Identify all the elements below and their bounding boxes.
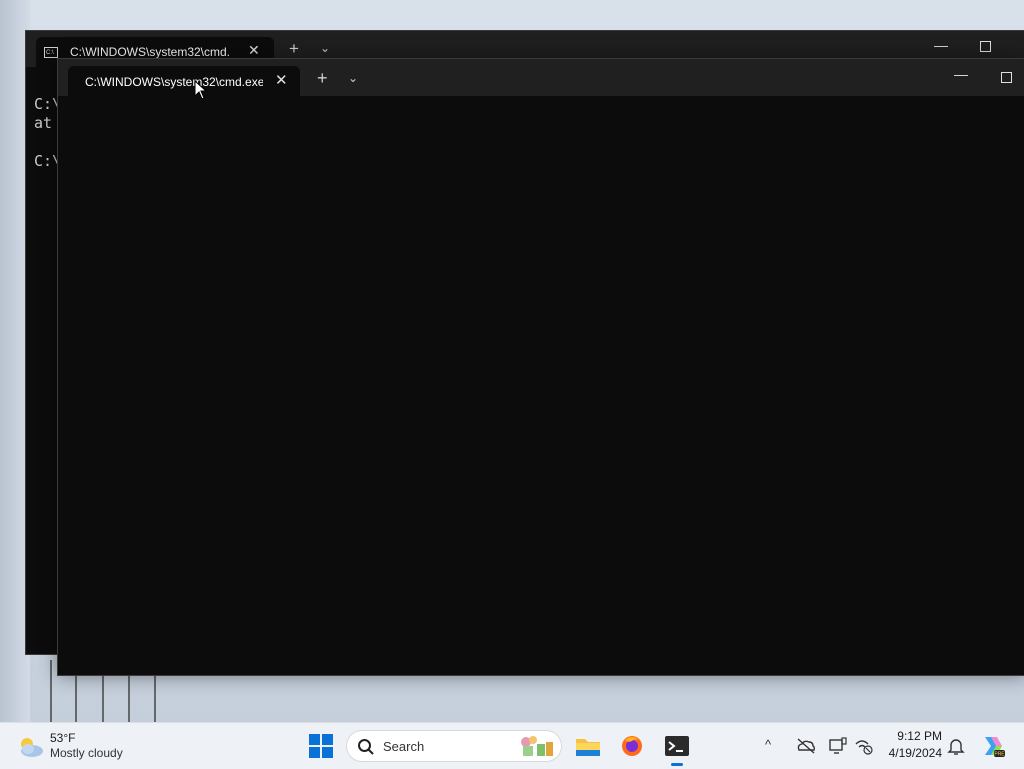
- minimize-icon[interactable]: —: [934, 37, 948, 53]
- close-tab-icon[interactable]: ✕: [248, 42, 260, 59]
- svg-text:PRE: PRE: [994, 752, 1005, 758]
- start-button[interactable]: [309, 734, 333, 758]
- cmd-icon: C:\: [44, 47, 58, 58]
- partly-cloudy-icon: [21, 738, 43, 757]
- search-label: Search: [383, 739, 425, 754]
- chevron-down-icon[interactable]: ⌄: [348, 71, 358, 85]
- new-tab-icon[interactable]: +: [317, 68, 328, 89]
- tab-title: C:\WINDOWS\system32\cmd.: [70, 45, 231, 59]
- firefox-icon: [622, 736, 642, 756]
- onedrive-offline-icon[interactable]: [796, 737, 816, 755]
- search-icon: [358, 739, 374, 755]
- folder-icon: [576, 739, 600, 756]
- terminal-taskbar-button[interactable]: [661, 730, 693, 766]
- maximize-icon[interactable]: [980, 41, 991, 52]
- terminal-window-front[interactable]: C:\WINDOWS\system32\cmd.exe ✕ + ⌄ —: [57, 58, 1024, 676]
- weather-condition: Mostly cloudy: [50, 746, 123, 760]
- chevron-down-icon[interactable]: ⌄: [320, 41, 330, 55]
- system-clock[interactable]: 9:12 PM 4/19/2024: [872, 729, 942, 760]
- mouse-cursor-icon: [194, 80, 208, 100]
- terminal-icon: [665, 736, 689, 756]
- chevron-up-icon[interactable]: ^: [765, 737, 771, 752]
- network-offline-icon[interactable]: [854, 737, 874, 755]
- minimize-icon[interactable]: —: [954, 66, 968, 82]
- maximize-icon[interactable]: [1001, 72, 1012, 83]
- taskbar: 53°F Mostly cloudy Search ^ 9:12 PM 4/19…: [0, 722, 1024, 769]
- tab-cmd[interactable]: C:\WINDOWS\system32\cmd.exe ✕: [68, 66, 300, 97]
- console-output[interactable]: [58, 96, 1024, 675]
- clock-date: 4/19/2024: [888, 746, 942, 760]
- search-box[interactable]: Search: [346, 730, 562, 762]
- file-explorer-button[interactable]: [572, 730, 604, 762]
- notification-bell-icon[interactable]: [947, 736, 965, 756]
- weather-temperature: 53°F: [50, 731, 76, 745]
- copilot-icon[interactable]: PRE: [980, 733, 1006, 759]
- close-tab-icon[interactable]: ✕: [275, 71, 288, 89]
- tab-title: C:\WINDOWS\system32\cmd.exe: [85, 75, 263, 89]
- display-icon[interactable]: [828, 737, 848, 755]
- search-highlight-icon: [521, 736, 553, 756]
- new-tab-icon[interactable]: +: [289, 39, 299, 59]
- clock-time: 9:12 PM: [897, 729, 942, 743]
- weather-widget[interactable]: 53°F Mostly cloudy: [14, 729, 174, 763]
- firefox-button[interactable]: [616, 730, 648, 762]
